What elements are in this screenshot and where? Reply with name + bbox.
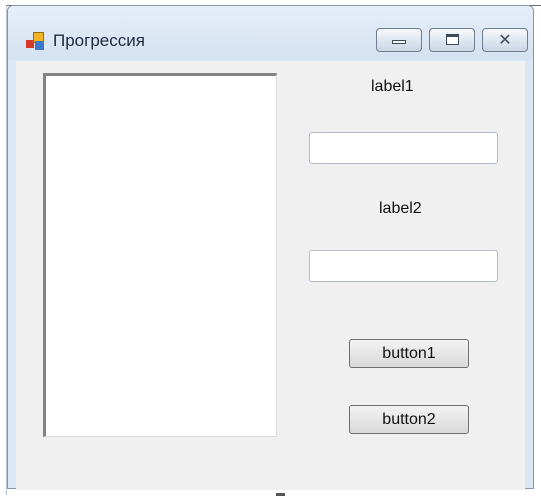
close-button[interactable]: ✕: [482, 28, 528, 52]
maximize-icon: [446, 34, 459, 45]
maximize-button[interactable]: [429, 28, 475, 52]
window-title: Прогрессия: [53, 31, 145, 50]
app-icon: [26, 32, 44, 50]
bottom-edge-mark: [276, 493, 285, 496]
label2: label2: [379, 200, 422, 217]
button1[interactable]: button1: [349, 339, 469, 368]
textbox2[interactable]: [309, 250, 498, 282]
close-icon: ✕: [498, 30, 512, 49]
screen-left-edge: [0, 5, 7, 495]
listbox[interactable]: [43, 73, 277, 437]
minimize-button[interactable]: [376, 28, 422, 52]
form-client-area: label1 label2 button1 button2: [16, 61, 525, 490]
textbox1[interactable]: [309, 132, 498, 164]
minimize-icon: [392, 40, 406, 44]
app-window: Прогрессия ✕ label1 label2 button1 butto…: [7, 5, 534, 490]
button2[interactable]: button2: [349, 405, 469, 434]
label1: label1: [371, 78, 414, 95]
title-bar[interactable]: Прогрессия ✕: [8, 6, 533, 60]
